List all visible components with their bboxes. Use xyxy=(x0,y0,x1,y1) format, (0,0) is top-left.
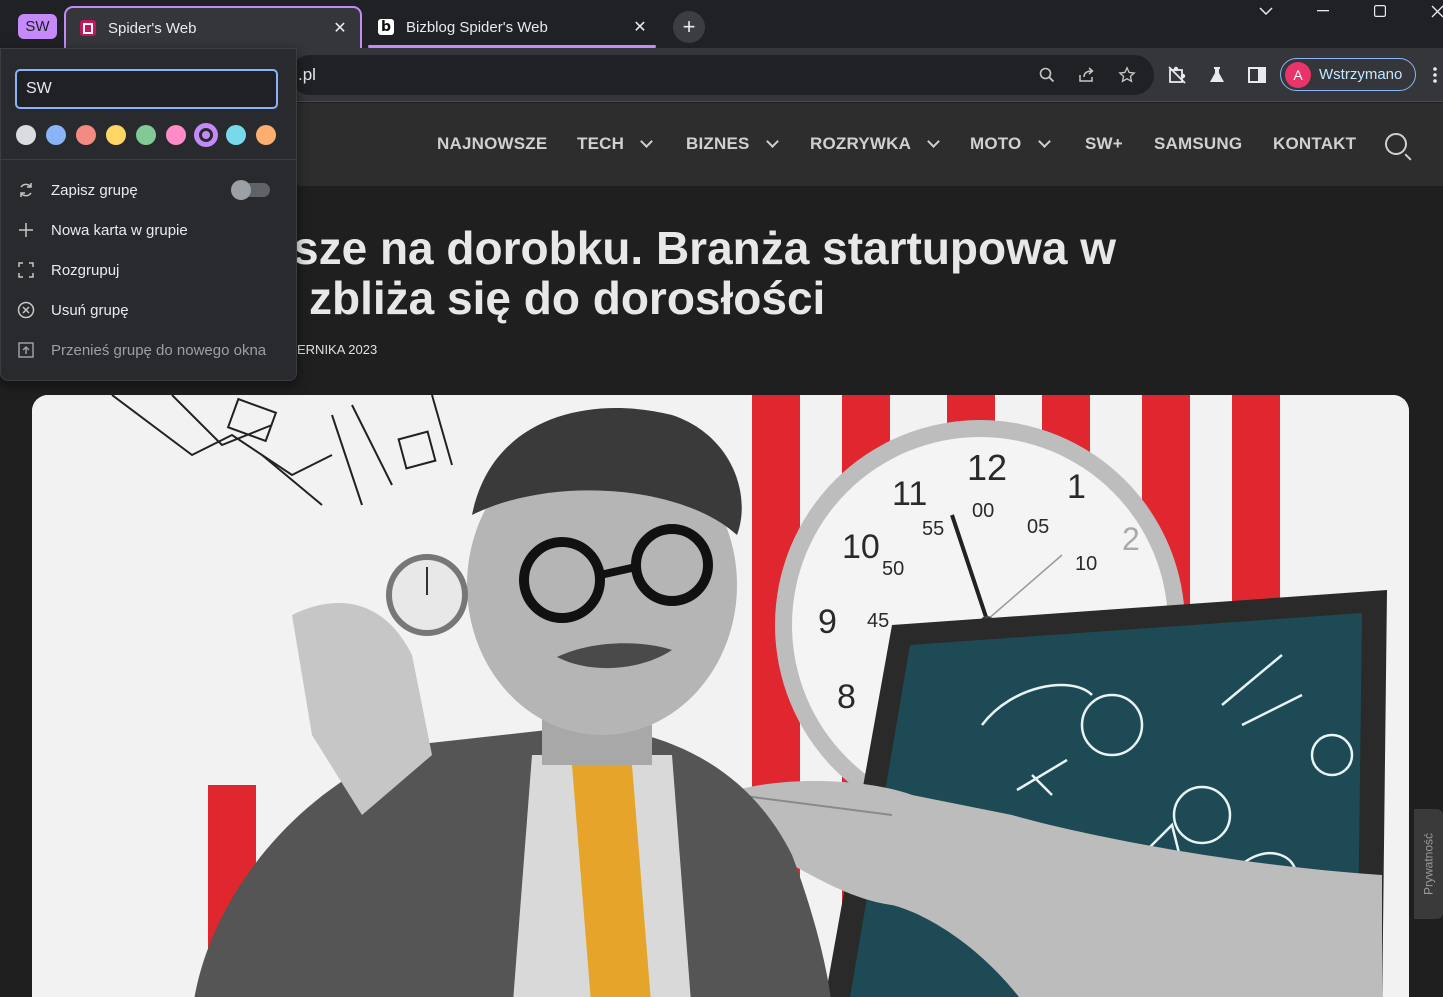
profile-button[interactable]: A Wstrzymano xyxy=(1280,58,1416,91)
plus-icon xyxy=(17,221,35,239)
nav-rozrywka[interactable]: ROZRYWKA xyxy=(810,134,940,154)
menu-label: Rozgrupuj xyxy=(51,261,120,279)
search-icon[interactable] xyxy=(1385,133,1407,155)
headline-line-1: sze na dorobku. Branża startupowa w xyxy=(293,222,1117,274)
labs-flask-icon[interactable] xyxy=(1205,63,1229,87)
save-group-toggle[interactable] xyxy=(231,180,270,200)
nav-label: MOTO xyxy=(970,134,1022,153)
zoom-search-icon[interactable] xyxy=(1035,63,1059,87)
maximize-icon[interactable] xyxy=(1360,0,1400,22)
color-swatch-cyan[interactable] xyxy=(226,125,246,145)
hero-illustration: 12 1 2 11 10 9 8 00 05 10 55 50 45 xyxy=(32,395,1409,997)
article-hero-image: 12 1 2 11 10 9 8 00 05 10 55 50 45 xyxy=(32,395,1409,997)
nav-label: BIZNES xyxy=(686,134,750,153)
move-to-window-icon xyxy=(17,341,35,359)
sync-icon xyxy=(17,181,35,199)
bizblog-favicon-icon: b xyxy=(378,19,394,35)
menu-label: Przenieś grupę do nowego okna xyxy=(51,341,267,359)
nav-label: TECH xyxy=(577,134,625,153)
clock-12: 12 xyxy=(967,447,1007,488)
color-swatch-yellow[interactable] xyxy=(106,125,126,145)
nav-label: SAMSUNG xyxy=(1154,134,1243,153)
nav-swplus[interactable]: SW+ xyxy=(1085,134,1123,154)
more-menu-icon[interactable] xyxy=(1428,63,1442,87)
close-window-icon[interactable] xyxy=(1417,0,1443,22)
nav-label: KONTAKT xyxy=(1273,134,1357,153)
privacy-settings-tab[interactable]: Prywatność xyxy=(1414,809,1443,919)
clock-min-00: 00 xyxy=(972,500,994,522)
clock-min-45: 45 xyxy=(867,610,889,632)
color-swatch-blue[interactable] xyxy=(46,125,66,145)
nav-label: ROZRYWKA xyxy=(810,134,912,153)
profile-status-label: Wstrzymano xyxy=(1319,66,1403,83)
save-group-item[interactable]: Zapisz grupę xyxy=(1,170,297,210)
clock-11: 11 xyxy=(892,475,927,513)
close-icon[interactable]: ✕ xyxy=(328,16,352,40)
menu-label: Zapisz grupę xyxy=(51,181,138,199)
nav-biznes[interactable]: BIZNES xyxy=(686,134,779,154)
clock-min-50: 50 xyxy=(882,558,904,580)
menu-label: Nowa karta w grupie xyxy=(51,221,188,239)
tab-group-editor: Zapisz grupę Nowa karta w grupie Rozgrup… xyxy=(0,48,297,381)
move-group-to-new-window-item[interactable]: Przenieś grupę do nowego okna xyxy=(1,330,297,370)
bookmark-star-icon[interactable] xyxy=(1115,63,1139,87)
group-name-input[interactable] xyxy=(15,69,278,109)
minimize-icon[interactable] xyxy=(1303,0,1343,22)
chevron-down-icon[interactable] xyxy=(765,135,779,148)
clock-2: 2 xyxy=(1122,521,1140,557)
headline-line-2: zbliża się do dorosłości xyxy=(309,272,826,324)
nav-samsung[interactable]: SAMSUNG xyxy=(1154,134,1242,154)
color-swatch-red[interactable] xyxy=(76,125,96,145)
chevron-down-icon[interactable] xyxy=(927,135,940,148)
group-color-picker xyxy=(16,125,282,145)
article-date: ERNIKA 2023 xyxy=(297,342,378,357)
color-swatch-purple[interactable] xyxy=(196,125,216,145)
clock-min-10: 10 xyxy=(1075,553,1097,575)
divider xyxy=(1,159,297,160)
clock-1: 1 xyxy=(1067,468,1086,506)
side-panel-icon[interactable] xyxy=(1245,63,1269,87)
address-bar[interactable]: .pl xyxy=(290,55,1154,95)
tab-group-chip[interactable]: SW xyxy=(18,14,57,39)
nav-kontakt[interactable]: KONTAKT xyxy=(1273,134,1356,154)
menu-label: Usuń grupę xyxy=(51,301,129,319)
address-url[interactable]: .pl xyxy=(298,65,316,85)
new-tab-in-group-item[interactable]: Nowa karta w grupie xyxy=(1,210,297,250)
tab-bizblog[interactable]: b Bizblog Spider's Web ✕ xyxy=(364,6,660,48)
new-tab-button[interactable]: + xyxy=(673,11,705,43)
extensions-puzzle-icon[interactable] xyxy=(1165,63,1189,87)
delete-circle-x-icon xyxy=(17,301,35,319)
clock-9: 9 xyxy=(818,603,837,641)
delete-group-item[interactable]: Usuń grupę xyxy=(1,290,297,330)
tab-spiders-web[interactable]: Spider's Web ✕ xyxy=(64,6,362,48)
clock-8: 8 xyxy=(837,678,856,716)
ungroup-item[interactable]: Rozgrupuj xyxy=(1,250,297,290)
clock-min-55: 55 xyxy=(922,518,944,540)
chevron-down-icon[interactable] xyxy=(1037,135,1051,148)
nav-label: SW+ xyxy=(1085,134,1123,153)
nav-moto[interactable]: MOTO xyxy=(970,134,1051,154)
share-icon[interactable] xyxy=(1075,63,1099,87)
chevron-down-icon[interactable] xyxy=(640,135,653,148)
color-swatch-green[interactable] xyxy=(136,125,156,145)
clock-10: 10 xyxy=(842,528,880,566)
color-swatch-pink[interactable] xyxy=(166,125,186,145)
ungroup-icon xyxy=(17,261,35,279)
nav-label: NAJNOWSZE xyxy=(437,134,548,153)
avatar: A xyxy=(1285,61,1311,88)
nav-najnowsze[interactable]: NAJNOWSZE xyxy=(437,134,547,154)
article-headline: sze na dorobku. Branża startupowa w zbli… xyxy=(245,223,1205,323)
tab-title: Bizblog Spider's Web xyxy=(406,18,548,36)
color-swatch-grey[interactable] xyxy=(16,125,36,145)
tab-title: Spider's Web xyxy=(108,19,197,37)
clock-min-05: 05 xyxy=(1027,516,1049,538)
spiderweb-favicon-icon xyxy=(80,20,96,36)
tab-strip: SW Spider's Web ✕ b Bizblog Spider's Web… xyxy=(0,0,1443,48)
tab-search-icon[interactable] xyxy=(1246,0,1286,22)
close-icon[interactable]: ✕ xyxy=(628,15,652,39)
nav-tech[interactable]: TECH xyxy=(577,134,653,154)
color-swatch-orange[interactable] xyxy=(256,125,276,145)
